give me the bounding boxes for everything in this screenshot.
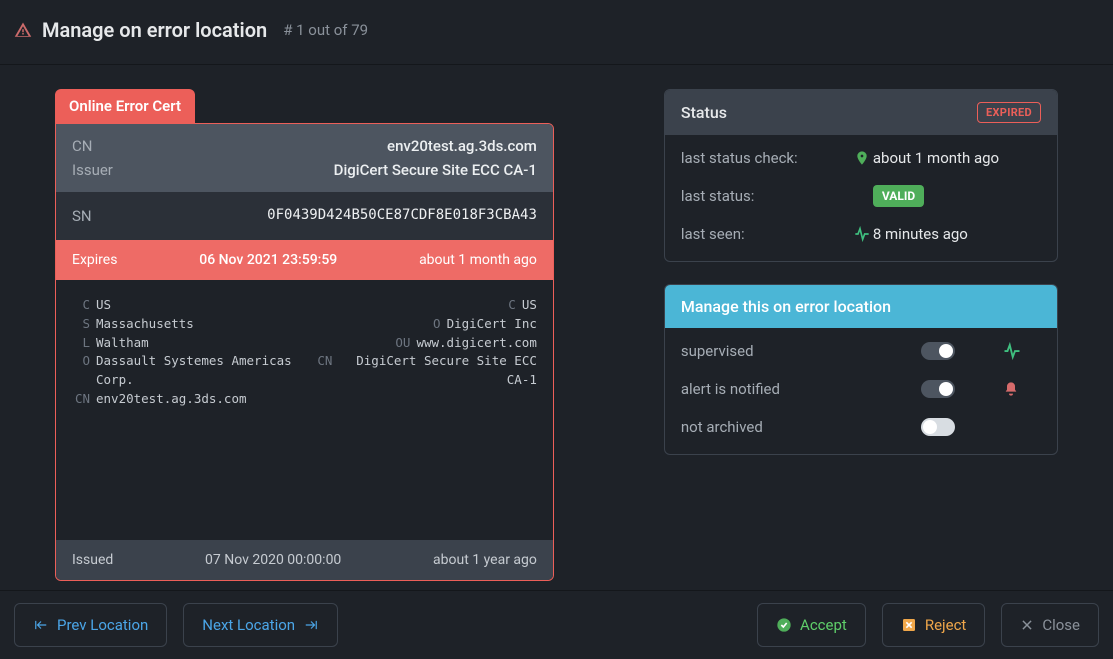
issuer-block: CUS ODigiCert Inc OUwww.digicert.com CND…: [314, 296, 536, 524]
expires-date: 06 Nov 2021 23:59:59: [199, 252, 337, 268]
subject-block: CUS SMassachusetts LWaltham ODassault Sy…: [72, 296, 294, 524]
issued-relative: about 1 year ago: [433, 552, 537, 568]
prev-location-button[interactable]: Prev Location: [14, 603, 167, 647]
cn-value: env20test.ag.3ds.com: [387, 137, 537, 155]
bell-icon: [1003, 381, 1019, 397]
next-location-button[interactable]: Next Location: [183, 603, 338, 647]
x-square-icon: [901, 617, 917, 633]
reject-button[interactable]: Reject: [882, 603, 986, 647]
archived-label: not archived: [681, 418, 921, 436]
expires-relative: about 1 month ago: [419, 252, 537, 268]
issued-label: Issued: [72, 552, 113, 568]
warning-icon: [14, 21, 32, 39]
supervised-toggle[interactable]: [921, 342, 955, 360]
cert-tab[interactable]: Online Error Cert: [55, 89, 195, 123]
cert-card: CN env20test.ag.3ds.com Issuer DigiCert …: [55, 123, 554, 581]
manage-panel: Manage this on error location supervised…: [664, 284, 1058, 455]
status-panel: Status EXPIRED last status check: about …: [664, 89, 1058, 262]
status-valid-badge: VALID: [873, 185, 924, 207]
last-check-label: last status check:: [681, 149, 851, 167]
map-pin-icon: [851, 150, 873, 166]
issuer-value: DigiCert Secure Site ECC CA-1: [334, 161, 537, 179]
cn-label: CN: [72, 137, 92, 155]
check-circle-icon: [776, 617, 792, 633]
alert-toggle[interactable]: [921, 380, 955, 398]
supervised-label: supervised: [681, 342, 921, 360]
last-check-value: about 1 month ago: [873, 149, 1041, 167]
activity-icon: [1003, 342, 1021, 360]
alert-label: alert is notified: [681, 380, 921, 398]
accept-button[interactable]: Accept: [757, 603, 866, 647]
activity-icon: [851, 226, 873, 242]
last-status-label: last status:: [681, 187, 851, 205]
close-button[interactable]: Close: [1001, 603, 1099, 647]
status-title: Status: [681, 103, 727, 122]
sn-label: SN: [72, 207, 92, 225]
issuer-label: Issuer: [72, 161, 113, 179]
manage-title: Manage this on error location: [681, 297, 891, 316]
last-seen-value: 8 minutes ago: [873, 225, 1041, 243]
status-expired-badge: EXPIRED: [977, 102, 1041, 123]
page-header: Manage on error location # 1 out of 79: [0, 0, 1113, 65]
close-icon: [1020, 618, 1034, 632]
issued-row: Issued 07 Nov 2020 00:00:00 about 1 year…: [56, 540, 553, 580]
footer: Prev Location Next Location Accept Rejec…: [0, 590, 1113, 659]
last-seen-label: last seen:: [681, 225, 851, 243]
expires-row: Expires 06 Nov 2021 23:59:59 about 1 mon…: [56, 240, 553, 280]
expires-label: Expires: [72, 252, 117, 268]
sn-value: 0F0439D424B50CE87CDF8E018F3CBA43: [267, 207, 537, 225]
page-title: Manage on error location: [42, 18, 267, 42]
issued-date: 07 Nov 2020 00:00:00: [205, 552, 341, 568]
page-count: # 1 out of 79: [283, 21, 368, 39]
archived-toggle[interactable]: [921, 418, 955, 436]
